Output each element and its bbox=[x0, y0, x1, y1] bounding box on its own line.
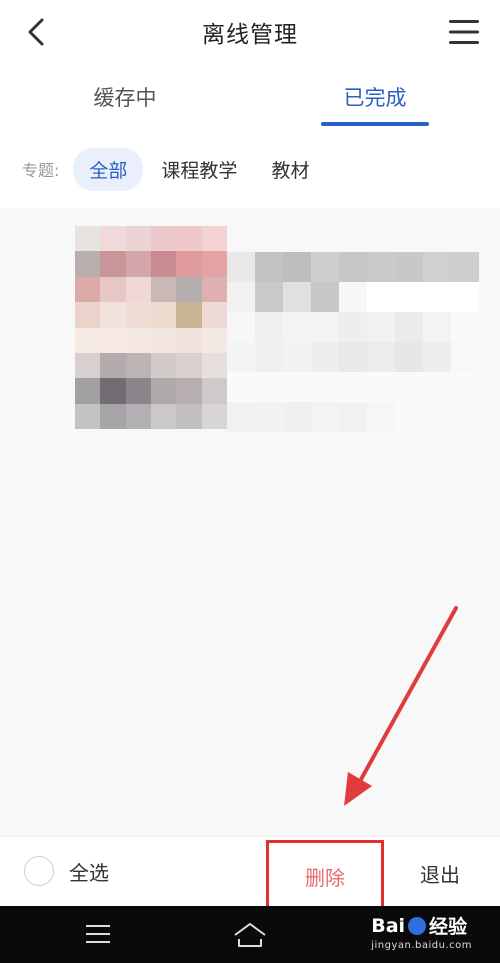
topic-filter-row: 专题: 全部 课程教学 教材 bbox=[0, 130, 500, 208]
exit-button[interactable]: 退出 bbox=[420, 859, 460, 888]
item-thumbnail-pixelated bbox=[75, 226, 227, 429]
page-title: 离线管理 bbox=[202, 22, 298, 48]
select-all-toggle[interactable]: 全选 bbox=[24, 856, 109, 886]
watermark-url: jingyan.baidu.com bbox=[371, 940, 472, 951]
tab-completed[interactable]: 已完成 bbox=[250, 64, 500, 130]
select-all-checkbox[interactable] bbox=[24, 856, 54, 886]
select-all-label: 全选 bbox=[69, 860, 109, 885]
filter-chip-course-teaching[interactable]: 课程教学 bbox=[145, 148, 253, 191]
system-menu-icon[interactable] bbox=[84, 922, 112, 946]
system-nav-bar: Bai 经验 jingyan.baidu.com bbox=[0, 906, 500, 963]
menu-button[interactable] bbox=[446, 14, 482, 50]
filter-chip-all[interactable]: 全部 bbox=[73, 147, 144, 191]
filter-chip-textbook[interactable]: 教材 bbox=[255, 148, 325, 191]
tab-caching[interactable]: 缓存中 bbox=[0, 64, 250, 130]
baidu-paw-icon bbox=[408, 916, 427, 935]
item-info-pixelated bbox=[227, 252, 479, 432]
tab-bar: 缓存中 已完成 bbox=[0, 64, 500, 130]
filter-label: 专题: bbox=[22, 161, 60, 180]
screen: 离线管理 缓存中 已完成 专题: 全部 课程教学 教材 全选 删除 退出 Bai… bbox=[0, 0, 500, 963]
annotation-arrow bbox=[344, 606, 458, 806]
hamburger-menu-icon bbox=[449, 20, 479, 44]
watermark-logo: Bai 经验 bbox=[371, 914, 468, 939]
header-bar: 离线管理 bbox=[0, 0, 500, 64]
baidu-jingyan-watermark: Bai 经验 jingyan.baidu.com bbox=[371, 912, 472, 952]
chevron-left-icon bbox=[28, 18, 44, 46]
bottom-action-bar: 全选 删除 退出 bbox=[0, 836, 500, 912]
list-item[interactable] bbox=[75, 226, 480, 439]
system-home-icon[interactable] bbox=[232, 920, 268, 950]
delete-button[interactable]: 删除 bbox=[266, 840, 384, 912]
back-button[interactable] bbox=[18, 14, 54, 50]
